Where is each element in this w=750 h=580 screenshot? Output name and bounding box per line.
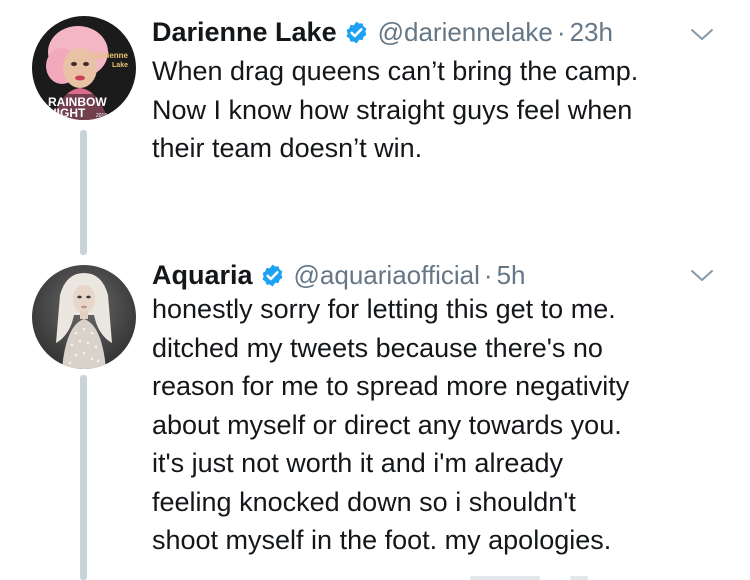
action-bar-edge <box>570 576 588 580</box>
separator-dot: · <box>483 259 493 290</box>
verified-badge-icon <box>346 21 366 43</box>
avatar-label-top: Darienne <box>94 51 129 60</box>
user-handle[interactable]: @aquariaofficial <box>294 260 480 291</box>
action-bar-edge <box>470 576 540 580</box>
avatar[interactable]: Darienne Lake RAINBOW NIGHT 2019 <box>32 16 136 120</box>
avatar-label-sub: Lake <box>112 62 128 69</box>
tweet-text-line: ditched my tweets because there's no <box>152 332 603 363</box>
avatar[interactable] <box>32 265 136 369</box>
thread-line <box>80 130 87 255</box>
tweet-header: Aquaria @aquariaofficial · 5h <box>152 257 525 293</box>
avatar-image <box>32 265 136 369</box>
separator-dot: · <box>556 16 566 47</box>
thread-line <box>80 375 87 580</box>
tweet-header: Darienne Lake @dariennelake · 23h <box>152 14 613 50</box>
avatar-year: 2019 <box>96 113 107 119</box>
tweet-text-line: honestly sorry for letting this get to m… <box>152 294 616 324</box>
timestamp[interactable]: 23h <box>570 17 613 48</box>
tweet-text-line: their team doesn’t win. <box>152 133 423 163</box>
chevron-down-icon[interactable] <box>689 267 715 285</box>
display-name[interactable]: Aquaria <box>152 260 253 291</box>
tweet[interactable]: Darienne Lake RAINBOW NIGHT 2019 Darienn… <box>0 0 750 255</box>
user-handle[interactable]: @dariennelake <box>378 17 553 48</box>
timestamp[interactable]: 5h <box>497 260 526 291</box>
verified-badge-icon <box>262 264 282 286</box>
tweet[interactable]: Aquaria @aquariaofficial · 5h honestly s… <box>0 255 750 580</box>
tweet-text: honestly sorry for letting this get to m… <box>152 290 732 560</box>
tweet-text: When drag queens can’t bring the camp. N… <box>152 52 722 168</box>
tweet-text-line: reason for me to spread more negativity <box>152 371 630 401</box>
tweet-text-line: shoot myself in the foot. my apologies. <box>152 525 612 555</box>
tweet-text-line: When drag queens can’t bring the camp. <box>152 56 639 86</box>
tweet-text-line: it's just not worth it and i'm already <box>152 448 563 478</box>
tweet-text-line: feeling knocked down so i shouldn't <box>152 486 576 517</box>
tweet-text-line: Now I know how straight guys feel when <box>152 94 633 125</box>
chevron-down-icon[interactable] <box>689 26 715 44</box>
avatar-banner-2: NIGHT <box>48 106 86 120</box>
tweet-text-line: about myself or direct any towards you. <box>152 409 622 440</box>
avatar-image: Darienne Lake RAINBOW NIGHT 2019 <box>32 16 136 120</box>
display-name[interactable]: Darienne Lake <box>152 17 337 48</box>
